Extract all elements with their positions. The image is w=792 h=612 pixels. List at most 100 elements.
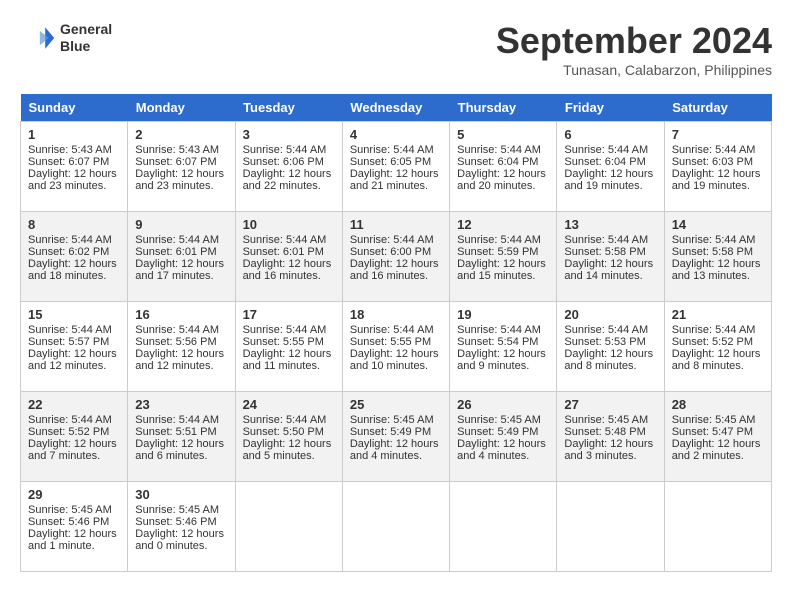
day-info: Sunrise: 5:44 AM — [135, 324, 227, 336]
day-info: Sunset: 6:07 PM — [135, 156, 227, 168]
calendar-cell: 10Sunrise: 5:44 AMSunset: 6:01 PMDayligh… — [235, 212, 342, 302]
calendar-cell: 19Sunrise: 5:44 AMSunset: 5:54 PMDayligh… — [450, 302, 557, 392]
day-info: Sunrise: 5:44 AM — [350, 144, 442, 156]
calendar-cell: 14Sunrise: 5:44 AMSunset: 5:58 PMDayligh… — [664, 212, 771, 302]
day-info: Daylight: 12 hours — [28, 438, 120, 450]
day-number: 2 — [135, 127, 227, 142]
day-info: and 8 minutes. — [564, 360, 656, 372]
day-info: and 11 minutes. — [243, 360, 335, 372]
day-info: Daylight: 12 hours — [350, 348, 442, 360]
day-info: Sunrise: 5:45 AM — [672, 414, 764, 426]
day-info: Daylight: 12 hours — [672, 438, 764, 450]
calendar-cell: 29Sunrise: 5:45 AMSunset: 5:46 PMDayligh… — [21, 482, 128, 572]
day-info: Sunrise: 5:44 AM — [135, 234, 227, 246]
day-number: 7 — [672, 127, 764, 142]
location: Tunasan, Calabarzon, Philippines — [496, 62, 772, 78]
day-info: Sunrise: 5:44 AM — [564, 234, 656, 246]
day-info: Daylight: 12 hours — [350, 258, 442, 270]
day-info: and 13 minutes. — [672, 270, 764, 282]
day-info: Sunrise: 5:44 AM — [672, 324, 764, 336]
day-number: 17 — [243, 307, 335, 322]
day-info: Daylight: 12 hours — [243, 348, 335, 360]
day-info: and 3 minutes. — [564, 450, 656, 462]
calendar-cell: 6Sunrise: 5:44 AMSunset: 6:04 PMDaylight… — [557, 122, 664, 212]
day-info: Sunrise: 5:43 AM — [135, 144, 227, 156]
day-number: 22 — [28, 397, 120, 412]
calendar-cell: 25Sunrise: 5:45 AMSunset: 5:49 PMDayligh… — [342, 392, 449, 482]
title-block: September 2024 Tunasan, Calabarzon, Phil… — [496, 20, 772, 78]
weekday-header-row: SundayMondayTuesdayWednesdayThursdayFrid… — [21, 94, 772, 122]
day-info: Sunset: 6:02 PM — [28, 246, 120, 258]
day-info: and 6 minutes. — [135, 450, 227, 462]
logo: General Blue — [20, 20, 112, 56]
day-info: Daylight: 12 hours — [672, 168, 764, 180]
day-number: 1 — [28, 127, 120, 142]
day-number: 25 — [350, 397, 442, 412]
weekday-header-monday: Monday — [128, 94, 235, 122]
day-info: and 21 minutes. — [350, 180, 442, 192]
day-info: Sunset: 5:52 PM — [28, 426, 120, 438]
day-info: Daylight: 12 hours — [243, 168, 335, 180]
calendar-week-3: 15Sunrise: 5:44 AMSunset: 5:57 PMDayligh… — [21, 302, 772, 392]
calendar-table: SundayMondayTuesdayWednesdayThursdayFrid… — [20, 94, 772, 572]
calendar-cell — [557, 482, 664, 572]
calendar-cell: 20Sunrise: 5:44 AMSunset: 5:53 PMDayligh… — [557, 302, 664, 392]
day-info: Sunrise: 5:44 AM — [135, 414, 227, 426]
calendar-cell: 17Sunrise: 5:44 AMSunset: 5:55 PMDayligh… — [235, 302, 342, 392]
calendar-cell: 9Sunrise: 5:44 AMSunset: 6:01 PMDaylight… — [128, 212, 235, 302]
day-info: Daylight: 12 hours — [672, 348, 764, 360]
day-number: 15 — [28, 307, 120, 322]
day-info: and 19 minutes. — [564, 180, 656, 192]
day-number: 23 — [135, 397, 227, 412]
day-info: and 8 minutes. — [672, 360, 764, 372]
day-info: Sunset: 6:06 PM — [243, 156, 335, 168]
calendar-cell: 23Sunrise: 5:44 AMSunset: 5:51 PMDayligh… — [128, 392, 235, 482]
day-info: Sunset: 6:04 PM — [564, 156, 656, 168]
calendar-cell: 18Sunrise: 5:44 AMSunset: 5:55 PMDayligh… — [342, 302, 449, 392]
day-info: and 9 minutes. — [457, 360, 549, 372]
day-number: 27 — [564, 397, 656, 412]
day-info: and 18 minutes. — [28, 270, 120, 282]
day-number: 5 — [457, 127, 549, 142]
day-info: Sunrise: 5:44 AM — [28, 414, 120, 426]
day-number: 6 — [564, 127, 656, 142]
day-info: Daylight: 12 hours — [28, 348, 120, 360]
calendar-cell: 30Sunrise: 5:45 AMSunset: 5:46 PMDayligh… — [128, 482, 235, 572]
day-info: Sunrise: 5:44 AM — [564, 324, 656, 336]
day-info: Sunset: 5:55 PM — [243, 336, 335, 348]
day-info: and 22 minutes. — [243, 180, 335, 192]
logo-line1: General — [60, 21, 112, 38]
logo-line2: Blue — [60, 38, 112, 55]
day-info: Sunrise: 5:44 AM — [457, 234, 549, 246]
day-info: Sunset: 5:58 PM — [564, 246, 656, 258]
day-number: 12 — [457, 217, 549, 232]
logo-icon — [20, 20, 56, 56]
day-info: Daylight: 12 hours — [28, 258, 120, 270]
day-info: Daylight: 12 hours — [135, 168, 227, 180]
calendar-cell — [664, 482, 771, 572]
day-info: Sunset: 5:46 PM — [28, 516, 120, 528]
calendar-cell — [235, 482, 342, 572]
day-info: and 7 minutes. — [28, 450, 120, 462]
day-number: 30 — [135, 487, 227, 502]
day-info: Sunrise: 5:44 AM — [457, 324, 549, 336]
day-info: Daylight: 12 hours — [564, 168, 656, 180]
day-number: 28 — [672, 397, 764, 412]
calendar-cell — [450, 482, 557, 572]
day-info: Sunset: 5:46 PM — [135, 516, 227, 528]
day-info: Daylight: 12 hours — [243, 258, 335, 270]
day-info: Sunrise: 5:45 AM — [350, 414, 442, 426]
day-info: Sunset: 6:01 PM — [243, 246, 335, 258]
calendar-cell: 5Sunrise: 5:44 AMSunset: 6:04 PMDaylight… — [450, 122, 557, 212]
weekday-header-wednesday: Wednesday — [342, 94, 449, 122]
day-info: Sunrise: 5:44 AM — [243, 234, 335, 246]
day-info: and 19 minutes. — [672, 180, 764, 192]
day-number: 24 — [243, 397, 335, 412]
day-number: 20 — [564, 307, 656, 322]
page-header: General Blue September 2024 Tunasan, Cal… — [20, 20, 772, 78]
calendar-cell: 15Sunrise: 5:44 AMSunset: 5:57 PMDayligh… — [21, 302, 128, 392]
day-number: 29 — [28, 487, 120, 502]
day-info: Sunset: 5:48 PM — [564, 426, 656, 438]
day-info: Daylight: 12 hours — [564, 438, 656, 450]
day-info: and 5 minutes. — [243, 450, 335, 462]
